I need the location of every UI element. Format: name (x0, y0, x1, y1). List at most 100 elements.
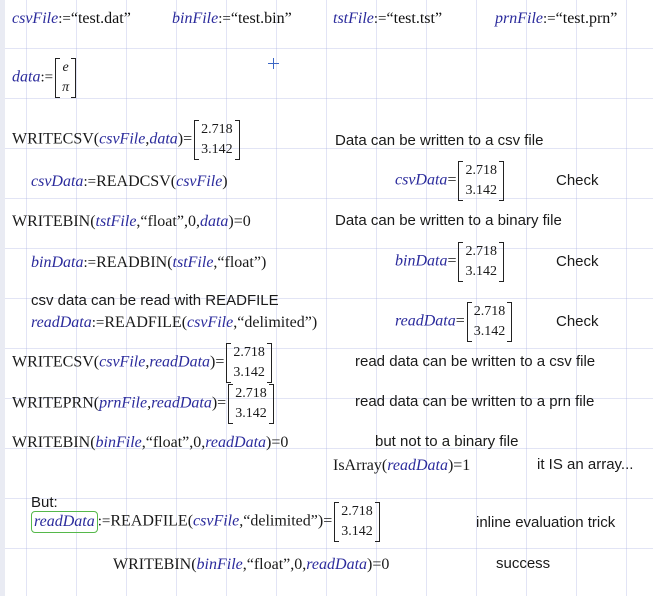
eval-readdata[interactable]: readData= 2.718 3.142 (395, 302, 514, 342)
arg: prnFile (99, 394, 148, 412)
note-r2[interactable]: Check (556, 172, 599, 189)
var-bindata: binData (395, 252, 448, 270)
function-name: WRITEPRN (12, 394, 94, 412)
var-readdata: readData (31, 314, 92, 331)
arg: 0 (187, 213, 196, 230)
arg: “float” (145, 434, 190, 451)
var-tstfile: tstFile (333, 10, 374, 27)
function-name: IsArray (333, 457, 382, 474)
matrix-cell: 3.142 (465, 183, 497, 198)
function-name: READFILE (104, 314, 182, 331)
var-csvfile: csvFile (12, 10, 59, 27)
string-value: “test.prn” (555, 10, 618, 27)
paren: ) (311, 314, 318, 331)
arg: tstFile (95, 213, 137, 230)
arg: data (149, 130, 178, 148)
def-readdata-inline[interactable]: readData:=READFILE(csvFile,“delimited”)=… (31, 502, 382, 542)
def-tstfile[interactable]: tstFile:=“test.tst” (333, 9, 442, 29)
text-csv-readfile[interactable]: csv data can be read with READFILE (31, 292, 279, 309)
result-matrix: 2.718 3.142 (334, 502, 380, 542)
selected-region[interactable]: readData (31, 510, 98, 533)
arg: readData (205, 434, 267, 451)
def-data[interactable]: data:= e π (12, 58, 78, 98)
matrix-cell: 2.718 (465, 244, 497, 259)
var-bindata: binData (31, 254, 84, 271)
note-r12[interactable]: inline evaluation trick (476, 514, 615, 531)
def-bindata[interactable]: binData:=READBIN(tstFile,“float”) (31, 253, 266, 273)
function-name: WRITEBIN (12, 434, 91, 451)
note-r3[interactable]: Data can be written to a binary file (335, 212, 562, 229)
assign-op: := (58, 11, 71, 27)
note-r9[interactable]: but not to a binary file (375, 433, 518, 450)
result-value: 0 (381, 556, 390, 573)
result-matrix: 2.718 3.142 (466, 302, 513, 342)
note-r4[interactable]: Check (556, 253, 599, 270)
arg: readData (151, 394, 212, 412)
function-name: WRITEBIN (113, 556, 192, 573)
paren: ) (222, 173, 228, 190)
arg: “float” (246, 556, 291, 573)
assign-op: := (218, 11, 231, 27)
note-r6[interactable]: Check (556, 313, 599, 330)
eq-op: = (215, 353, 225, 371)
matrix-cell: 3.142 (465, 264, 497, 279)
matrix-cell: 3.142 (235, 406, 267, 421)
expr-writebin-readdata[interactable]: WRITEBIN(binFile,“float”,0,readData)=0 (12, 433, 288, 453)
matrix-cell: 2.718 (341, 504, 373, 519)
expr-writeprn-readdata[interactable]: WRITEPRN(prnFile,readData)= 2.718 3.142 (12, 384, 276, 424)
arg: csvFile (176, 173, 223, 190)
matrix-cell: e (62, 60, 69, 75)
assign-op: := (373, 11, 387, 27)
assign-op: := (40, 69, 54, 86)
matrix-cell: 2.718 (235, 386, 267, 401)
def-readdata[interactable]: readData:=READFILE(csvFile,“delimited”) (31, 313, 317, 333)
matrix-cell: 3.142 (201, 142, 233, 157)
eq-op: = (323, 512, 333, 530)
function-name: WRITEBIN (12, 213, 91, 230)
note-r10[interactable]: it IS an array... (537, 456, 633, 473)
expr-writecsv-readdata[interactable]: WRITECSV(csvFile,readData)= 2.718 3.142 (12, 343, 274, 383)
string-value: “test.tst” (386, 10, 443, 27)
eq-op: = (183, 130, 193, 148)
expr-isarray[interactable]: IsArray(readData)=1 (333, 456, 470, 476)
result-matrix: 2.718 3.142 (226, 343, 272, 383)
note-r8[interactable]: read data can be written to a prn file (355, 393, 594, 410)
matrix-cell: 3.142 (341, 524, 373, 539)
string-value: “test.bin” (230, 10, 292, 27)
expr-writecsv-data[interactable]: WRITECSV(csvFile,data)= 2.718 3.142 (12, 120, 242, 160)
function-name: READCSV (96, 173, 171, 190)
def-binfile[interactable]: binFile:=“test.bin” (172, 9, 292, 29)
result-value: 0 (242, 213, 251, 230)
arg: binFile (196, 556, 243, 573)
eval-bindata[interactable]: binData= 2.718 3.142 (395, 242, 506, 282)
arg: data (199, 213, 229, 230)
arg: readData (149, 353, 211, 371)
matrix-cell: 3.142 (233, 365, 265, 380)
def-csvfile[interactable]: csvFile:=“test.dat” (12, 9, 131, 29)
matrix-cell: 3.142 (473, 324, 506, 339)
function-name: READFILE (110, 512, 188, 530)
eq-op: = (455, 312, 465, 330)
def-csvdata[interactable]: csvData:=READCSV(csvFile) (31, 172, 228, 192)
var-csvdata: csvData (31, 173, 84, 190)
note-r1[interactable]: Data can be written to a csv file (335, 132, 543, 149)
arg: csvFile (193, 512, 240, 530)
expr-writebin-success[interactable]: WRITEBIN(binFile,“float”,0,readData)=0 (113, 555, 389, 575)
matrix-cell: 2.718 (233, 345, 265, 360)
result-matrix: 2.718 3.142 (458, 161, 504, 201)
assign-op: := (543, 11, 556, 27)
var-readdata: readData (34, 512, 95, 530)
assign-op: := (83, 255, 97, 271)
arg: readData (387, 457, 448, 474)
eq-op: = (453, 457, 463, 474)
note-r13[interactable]: success (496, 555, 550, 572)
arg: “float” (140, 213, 184, 230)
note-r7[interactable]: read data can be written to a csv file (355, 353, 595, 370)
def-prnfile[interactable]: prnFile:=“test.prn” (495, 9, 617, 29)
var-data: data (12, 68, 41, 86)
eval-csvdata[interactable]: csvData= 2.718 3.142 (395, 161, 506, 201)
arg: “float” (217, 254, 261, 271)
expr-writebin-data[interactable]: WRITEBIN(tstFile,“float”,0,data)=0 (12, 212, 251, 232)
function-name: WRITECSV (12, 353, 94, 371)
eq-op: = (447, 252, 457, 270)
